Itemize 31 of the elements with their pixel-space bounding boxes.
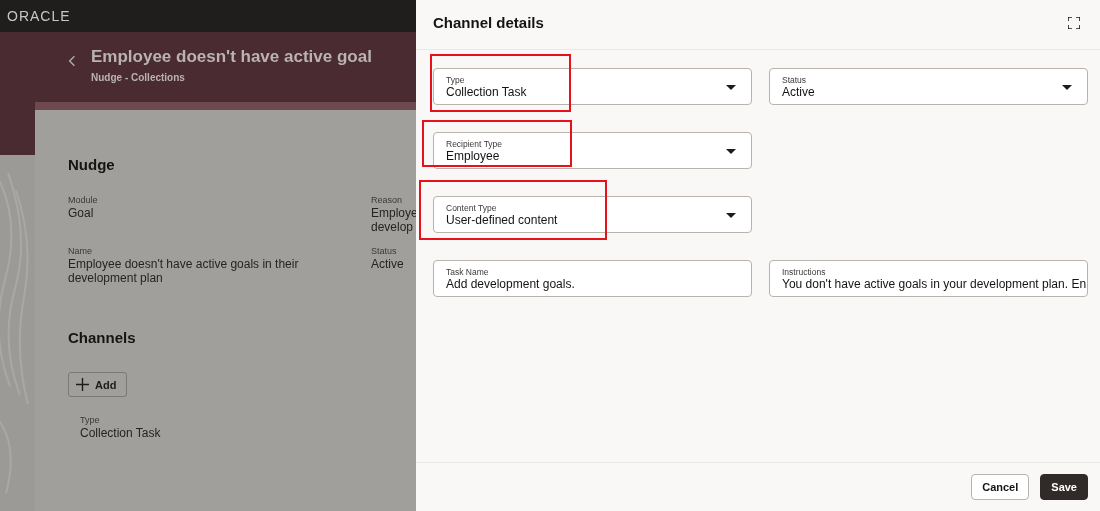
section-heading: Nudge	[68, 156, 116, 173]
add-button[interactable]: Add	[68, 372, 128, 397]
select-field[interactable]: Status Active	[769, 68, 1088, 105]
field-value: Employee doesn't have active goals in their development plan	[68, 257, 300, 285]
select-field[interactable]: Recipient Type Employee	[433, 132, 752, 169]
field-label: Type	[80, 415, 101, 425]
field-value: Collection Task	[80, 426, 162, 440]
select-field[interactable]: Content Type User-defined content	[433, 196, 752, 233]
field-value: Active	[371, 257, 405, 271]
back-icon[interactable]	[68, 55, 76, 67]
section-heading: Channels	[68, 329, 137, 346]
caret-icon	[726, 149, 736, 154]
caret-icon	[726, 213, 736, 218]
caret-icon	[1062, 85, 1072, 90]
input-field[interactable]: Instructions You don't have active goals in your development plan. En	[769, 260, 1088, 297]
plus-icon	[76, 378, 89, 391]
drawer-title: Channel details	[433, 14, 544, 31]
cancel-button[interactable]: Cancel	[971, 474, 1030, 500]
field-label: Reason	[371, 195, 404, 205]
field-label: Status	[371, 246, 398, 256]
caret-icon	[726, 85, 736, 90]
field-label: Name	[68, 246, 93, 256]
page-title: Employee doesn't have active goal	[91, 46, 372, 68]
field-value: Goal	[68, 206, 95, 220]
expand-icon[interactable]	[1068, 16, 1080, 29]
page-subtitle: Nudge - Collections	[91, 72, 186, 83]
select-field[interactable]: Type Collection Task	[433, 68, 752, 105]
input-field[interactable]: Task Name Add development goals.	[433, 260, 752, 297]
field-label: Module	[68, 195, 99, 205]
save-button[interactable]: Save	[1040, 474, 1088, 500]
oracle-logo[interactable]: ORACLE	[7, 8, 71, 24]
